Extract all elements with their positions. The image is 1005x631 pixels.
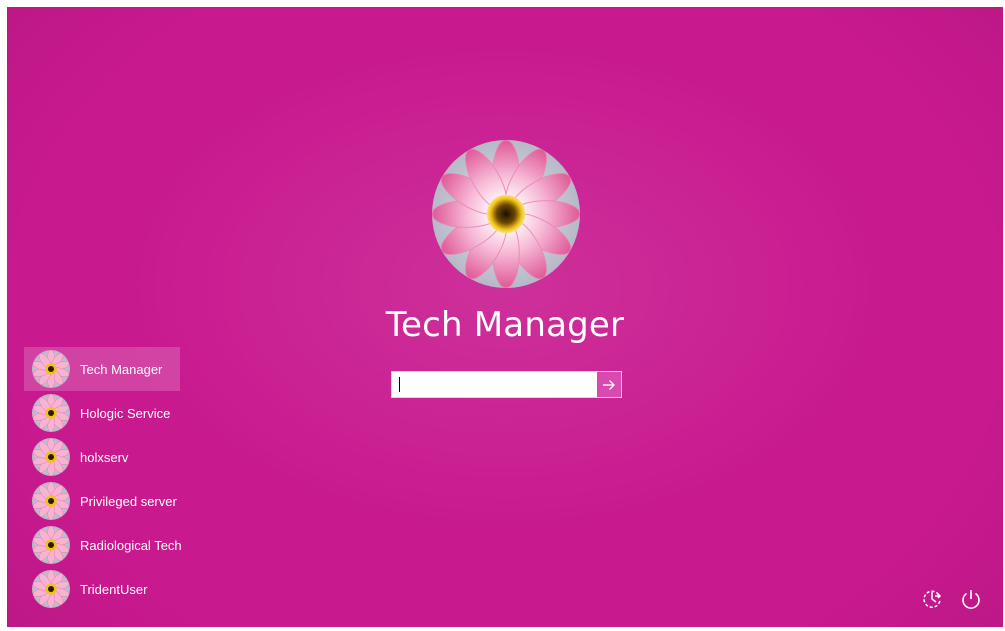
user-name: Radiological Tech bbox=[80, 537, 182, 553]
selected-user-name: Tech Manager bbox=[385, 305, 625, 345]
user-avatar bbox=[32, 394, 70, 432]
user-item-tech-manager[interactable]: Tech Manager bbox=[24, 347, 180, 391]
flower-avatar-icon bbox=[32, 438, 70, 476]
user-name: holxserv bbox=[80, 449, 129, 465]
user-avatar bbox=[32, 482, 70, 520]
user-list: Tech Manager Hologic Service holxserv Pr… bbox=[24, 347, 182, 611]
flower-avatar-icon bbox=[32, 570, 70, 608]
selected-user-avatar bbox=[432, 140, 580, 288]
ease-of-access-button[interactable] bbox=[918, 585, 946, 613]
text-caret bbox=[399, 377, 400, 392]
user-name: TridentUser bbox=[80, 581, 148, 597]
user-name: Hologic Service bbox=[80, 405, 171, 421]
power-button[interactable] bbox=[957, 585, 985, 613]
user-item-holxserv[interactable]: holxserv bbox=[24, 435, 180, 479]
user-avatar bbox=[32, 350, 70, 388]
flower-avatar-icon bbox=[32, 526, 70, 564]
user-name: Privileged server bbox=[80, 493, 177, 509]
user-avatar bbox=[32, 438, 70, 476]
flower-avatar-icon bbox=[32, 350, 70, 388]
user-item-trident-user[interactable]: TridentUser bbox=[24, 567, 180, 611]
power-icon bbox=[962, 590, 980, 609]
user-item-radiological-tech[interactable]: Radiological Tech bbox=[24, 523, 182, 567]
flower-avatar-icon bbox=[32, 482, 70, 520]
user-avatar bbox=[32, 526, 70, 564]
ease-of-access-icon bbox=[923, 590, 942, 608]
password-box bbox=[391, 371, 622, 398]
user-item-hologic-service[interactable]: Hologic Service bbox=[24, 391, 180, 435]
lock-screen: Tech Manager Tech Manager Hologic Servic… bbox=[7, 7, 1003, 627]
password-input[interactable] bbox=[392, 372, 596, 397]
flower-avatar-icon bbox=[432, 140, 580, 288]
user-name: Tech Manager bbox=[80, 361, 163, 377]
user-item-privileged-server[interactable]: Privileged server bbox=[24, 479, 180, 523]
flower-avatar-icon bbox=[32, 394, 70, 432]
user-avatar bbox=[32, 570, 70, 608]
submit-button[interactable] bbox=[597, 372, 621, 397]
arrow-right-icon bbox=[603, 379, 615, 390]
